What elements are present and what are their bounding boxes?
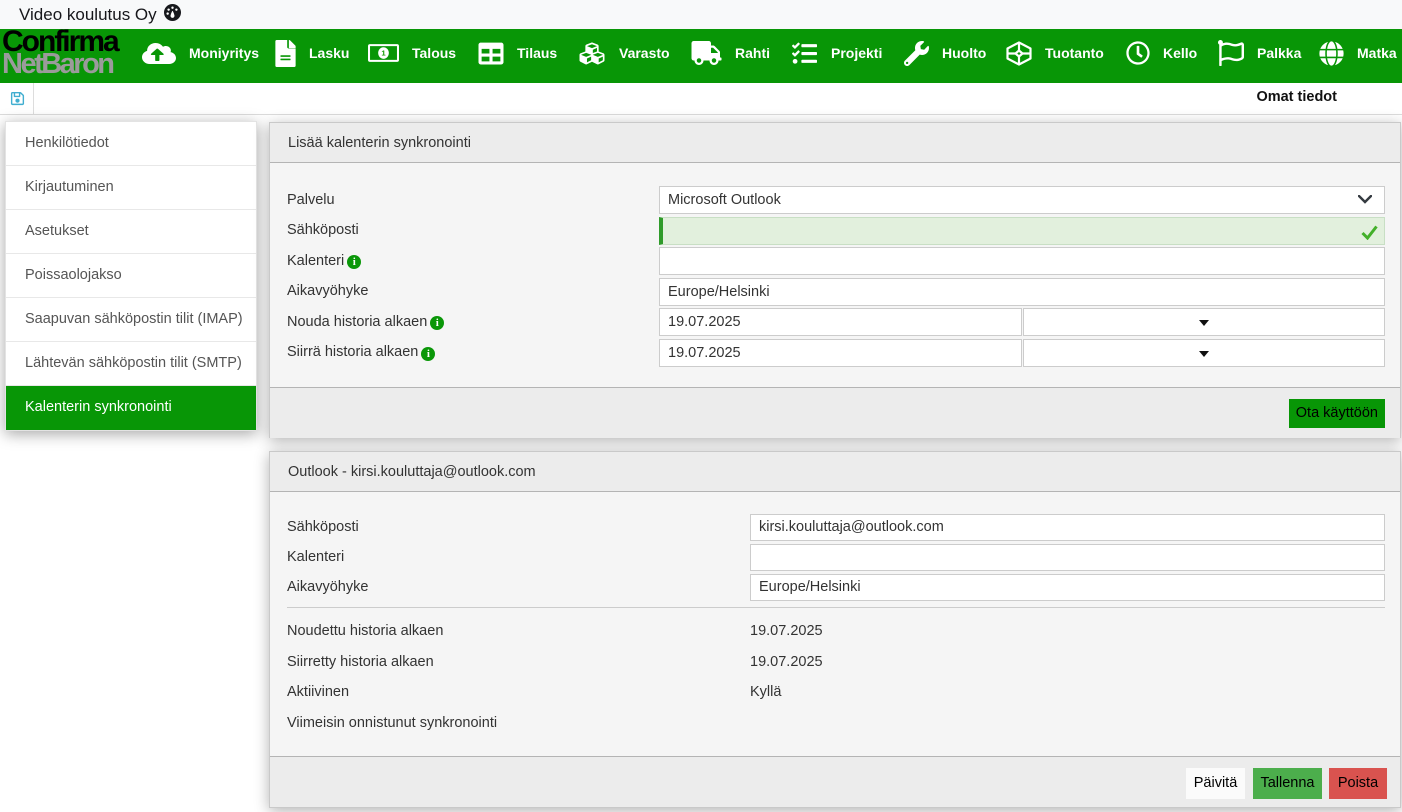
svg-text:1: 1: [381, 49, 386, 58]
